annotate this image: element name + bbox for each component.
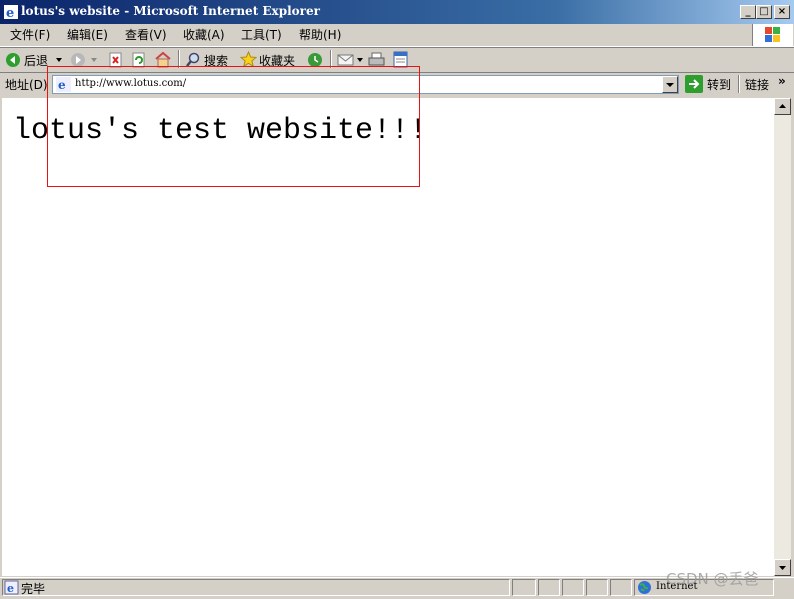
scroll-down-button[interactable] [774,559,791,576]
svg-text:e: e [6,6,14,20]
back-button[interactable]: 后退 [24,52,48,69]
links-more-chevron[interactable]: » [778,74,786,88]
vertical-scrollbar[interactable] [774,98,791,576]
menu-tools[interactable]: 工具(T) [241,27,282,43]
internet-globe-icon [637,580,652,595]
scroll-up-button[interactable] [774,98,791,115]
go-button[interactable]: 转到 [707,76,731,93]
status-page-icon: e [4,580,19,595]
back-arrow-icon[interactable] [5,52,21,68]
menu-view[interactable]: 查看(V) [125,27,167,43]
minimize-button[interactable]: _ [740,5,756,19]
back-dropdown-icon[interactable] [55,56,63,64]
close-button[interactable]: × [774,5,790,19]
go-arrow-icon[interactable] [685,75,703,93]
menu-bar [0,24,794,47]
address-label: 地址(D) [5,78,48,92]
menu-file[interactable]: 文件(F) [10,27,50,43]
ie-icon: e [3,4,19,20]
status-main-cell [2,579,510,596]
watermark: CSDN @丢爸 [666,570,759,588]
menu-favorites[interactable]: 收藏(A) [183,27,225,43]
menu-edit[interactable]: 编辑(E) [67,27,108,43]
status-text: 完毕 [21,582,46,596]
forward-dropdown-icon[interactable] [90,56,98,64]
menu-help[interactable]: 帮助(H) [299,27,341,43]
windows-logo-icon [752,24,793,46]
maximize-button[interactable]: □ [756,5,772,19]
window-title: lotus's website - Microsoft Internet Exp… [21,4,320,18]
links-button[interactable]: 链接 [745,76,769,93]
address-dropdown-button[interactable] [662,76,678,93]
svg-text:e: e [7,582,14,595]
mail-dropdown-icon[interactable] [356,56,364,64]
highlight-box [47,66,420,187]
